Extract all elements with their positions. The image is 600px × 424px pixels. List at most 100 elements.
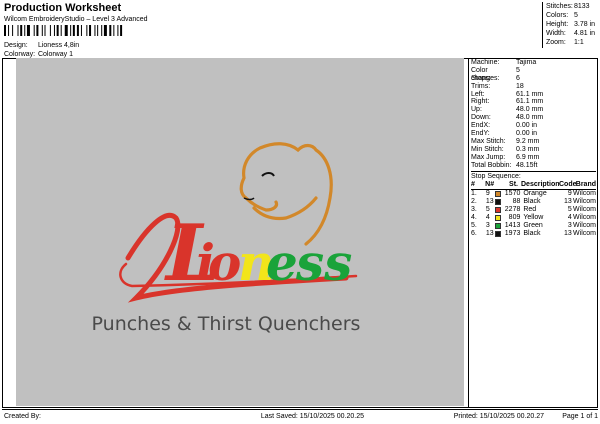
barcode-bar <box>89 25 92 36</box>
stop-number: 5. <box>471 222 477 230</box>
barcode-bar <box>4 25 6 36</box>
printed-date: Printed: 15/10/2025 00.20.27 <box>453 413 544 420</box>
thread-code: 13 <box>563 230 572 238</box>
needle-number: 4 <box>485 214 490 222</box>
col-brand: Brand <box>575 181 596 189</box>
property-key: Up: <box>471 106 482 114</box>
col-stitches: St. <box>509 181 518 189</box>
stop-sequence-row: 5. 3 1413 Green 3 Wilcom <box>471 222 596 230</box>
thread-code: 13 <box>563 198 572 206</box>
barcode-bar <box>12 25 14 36</box>
barcode-bar <box>41 25 43 36</box>
property-value: 5 <box>516 66 520 74</box>
barcode-bar <box>97 25 99 36</box>
col-code: Code <box>559 181 577 189</box>
property-value: 9.2 mm <box>516 137 540 145</box>
property-key: Stops: <box>471 74 491 82</box>
summary-key: Zoom: <box>546 39 566 46</box>
barcode-bar <box>94 25 96 36</box>
stop-sequence-row: 2. 13 88 Black 13 Wilcom <box>471 198 596 206</box>
wordmark-letter: ss <box>295 233 352 292</box>
property-key: Right: <box>471 98 490 106</box>
col-description: Description <box>521 181 560 189</box>
thread-swatch <box>495 198 504 206</box>
summary-row: Stitches: 8133 <box>546 2 600 11</box>
design-value: Lioness 4,8in <box>37 42 80 49</box>
col-number: # <box>471 181 475 189</box>
property-row: Max Jump: 6.9 mm <box>471 154 596 162</box>
property-row: Stops: 6 <box>471 75 596 83</box>
barcode-bar <box>8 25 10 36</box>
barcode-bar <box>120 25 123 36</box>
barcode-bar <box>24 25 26 36</box>
property-key: Trims: <box>471 82 491 90</box>
wordmark-letter: e <box>266 233 298 292</box>
property-row: Total Bobbin: 48.15ft <box>471 162 596 170</box>
needle-number: 5 <box>485 206 490 214</box>
thread-description: Black <box>523 230 541 238</box>
needle-number: 3 <box>485 222 490 230</box>
page-number: Page 1 of 1 <box>562 413 598 420</box>
property-value: 6 <box>516 74 520 82</box>
properties-list: Machine: Tajima Color changes: 5 Stops: 6 Trim… <box>471 59 596 169</box>
stitch-count: 1570 <box>504 190 521 198</box>
thread-brand: Wilcom <box>573 222 596 230</box>
stop-sequence-header: # N# St. Description Code Brand <box>471 181 596 191</box>
barcode-bar <box>36 25 39 36</box>
barcode-bar <box>80 25 82 36</box>
col-needle: N# <box>485 181 495 189</box>
property-row: Left: 61.1 mm <box>471 91 596 99</box>
barcode-bar <box>60 25 62 36</box>
stitch-count: 2278 <box>504 206 521 214</box>
barcode-bar <box>101 25 103 36</box>
property-value: Tajima <box>516 59 537 66</box>
property-value: 0.00 in <box>516 130 538 138</box>
wordmark-letter: o <box>208 233 241 292</box>
barcode-bar <box>86 25 88 36</box>
property-value: 61.1 mm <box>516 98 544 106</box>
thread-brand: Wilcom <box>573 198 596 206</box>
design-label: Design: <box>4 42 28 49</box>
stop-number: 2. <box>471 198 477 206</box>
stitch-count: 809 <box>508 214 521 222</box>
property-key: Total Bobbin: <box>471 161 512 169</box>
created-by: Created By: <box>4 413 41 420</box>
property-value: 18 <box>516 82 524 90</box>
thread-code: 3 <box>567 222 572 230</box>
property-key: Down: <box>471 114 491 122</box>
stitch-count: 88 <box>512 198 521 206</box>
property-value: 6.9 mm <box>516 153 540 161</box>
property-key: Left: <box>471 90 485 98</box>
property-key: Min Stitch: <box>471 145 504 153</box>
property-key: Max Stitch: <box>471 137 506 145</box>
barcode-bar <box>76 25 79 36</box>
barcode-bar <box>20 25 23 36</box>
stop-sequence-title: Stop Sequence: <box>471 171 596 181</box>
summary-row: Width: 4.81 in <box>546 29 600 38</box>
property-row: Color changes: 5 <box>471 66 596 82</box>
summary-key: Stitches: <box>546 3 573 10</box>
thread-brand: Wilcom <box>573 190 596 198</box>
worksheet-title: Production Worksheet <box>4 2 122 14</box>
needle-number: 13 <box>485 230 494 238</box>
property-row: EndX: 0.00 in <box>471 122 596 130</box>
property-key: EndX: <box>471 122 491 130</box>
property-key: EndY: <box>471 130 490 138</box>
summary-panel: Stitches: 8133 Colors: 5 Height: 3.78 in Width… <box>542 2 600 48</box>
barcode-bar <box>53 25 55 36</box>
property-row: EndY: 0.00 in <box>471 130 596 138</box>
property-key: Machine: <box>471 59 500 66</box>
summary-row: Height: 3.78 in <box>546 20 600 29</box>
thread-description: Green <box>523 222 543 230</box>
summary-key: Width: <box>546 30 566 37</box>
property-row: Max Stitch: 9.2 mm <box>471 138 596 146</box>
thread-swatch <box>495 222 504 230</box>
stop-sequence-row: 3. 5 2278 Red 5 Wilcom <box>471 206 596 214</box>
thread-description: Orange <box>523 190 547 198</box>
barcode-bar <box>64 25 68 36</box>
summary-value: 8133 <box>574 3 590 10</box>
summary-key: Colors: <box>546 12 569 19</box>
design-row: Design: Lioness 4,8in <box>4 42 79 49</box>
stop-number: 6. <box>471 230 477 238</box>
stop-number: 1. <box>471 190 477 198</box>
